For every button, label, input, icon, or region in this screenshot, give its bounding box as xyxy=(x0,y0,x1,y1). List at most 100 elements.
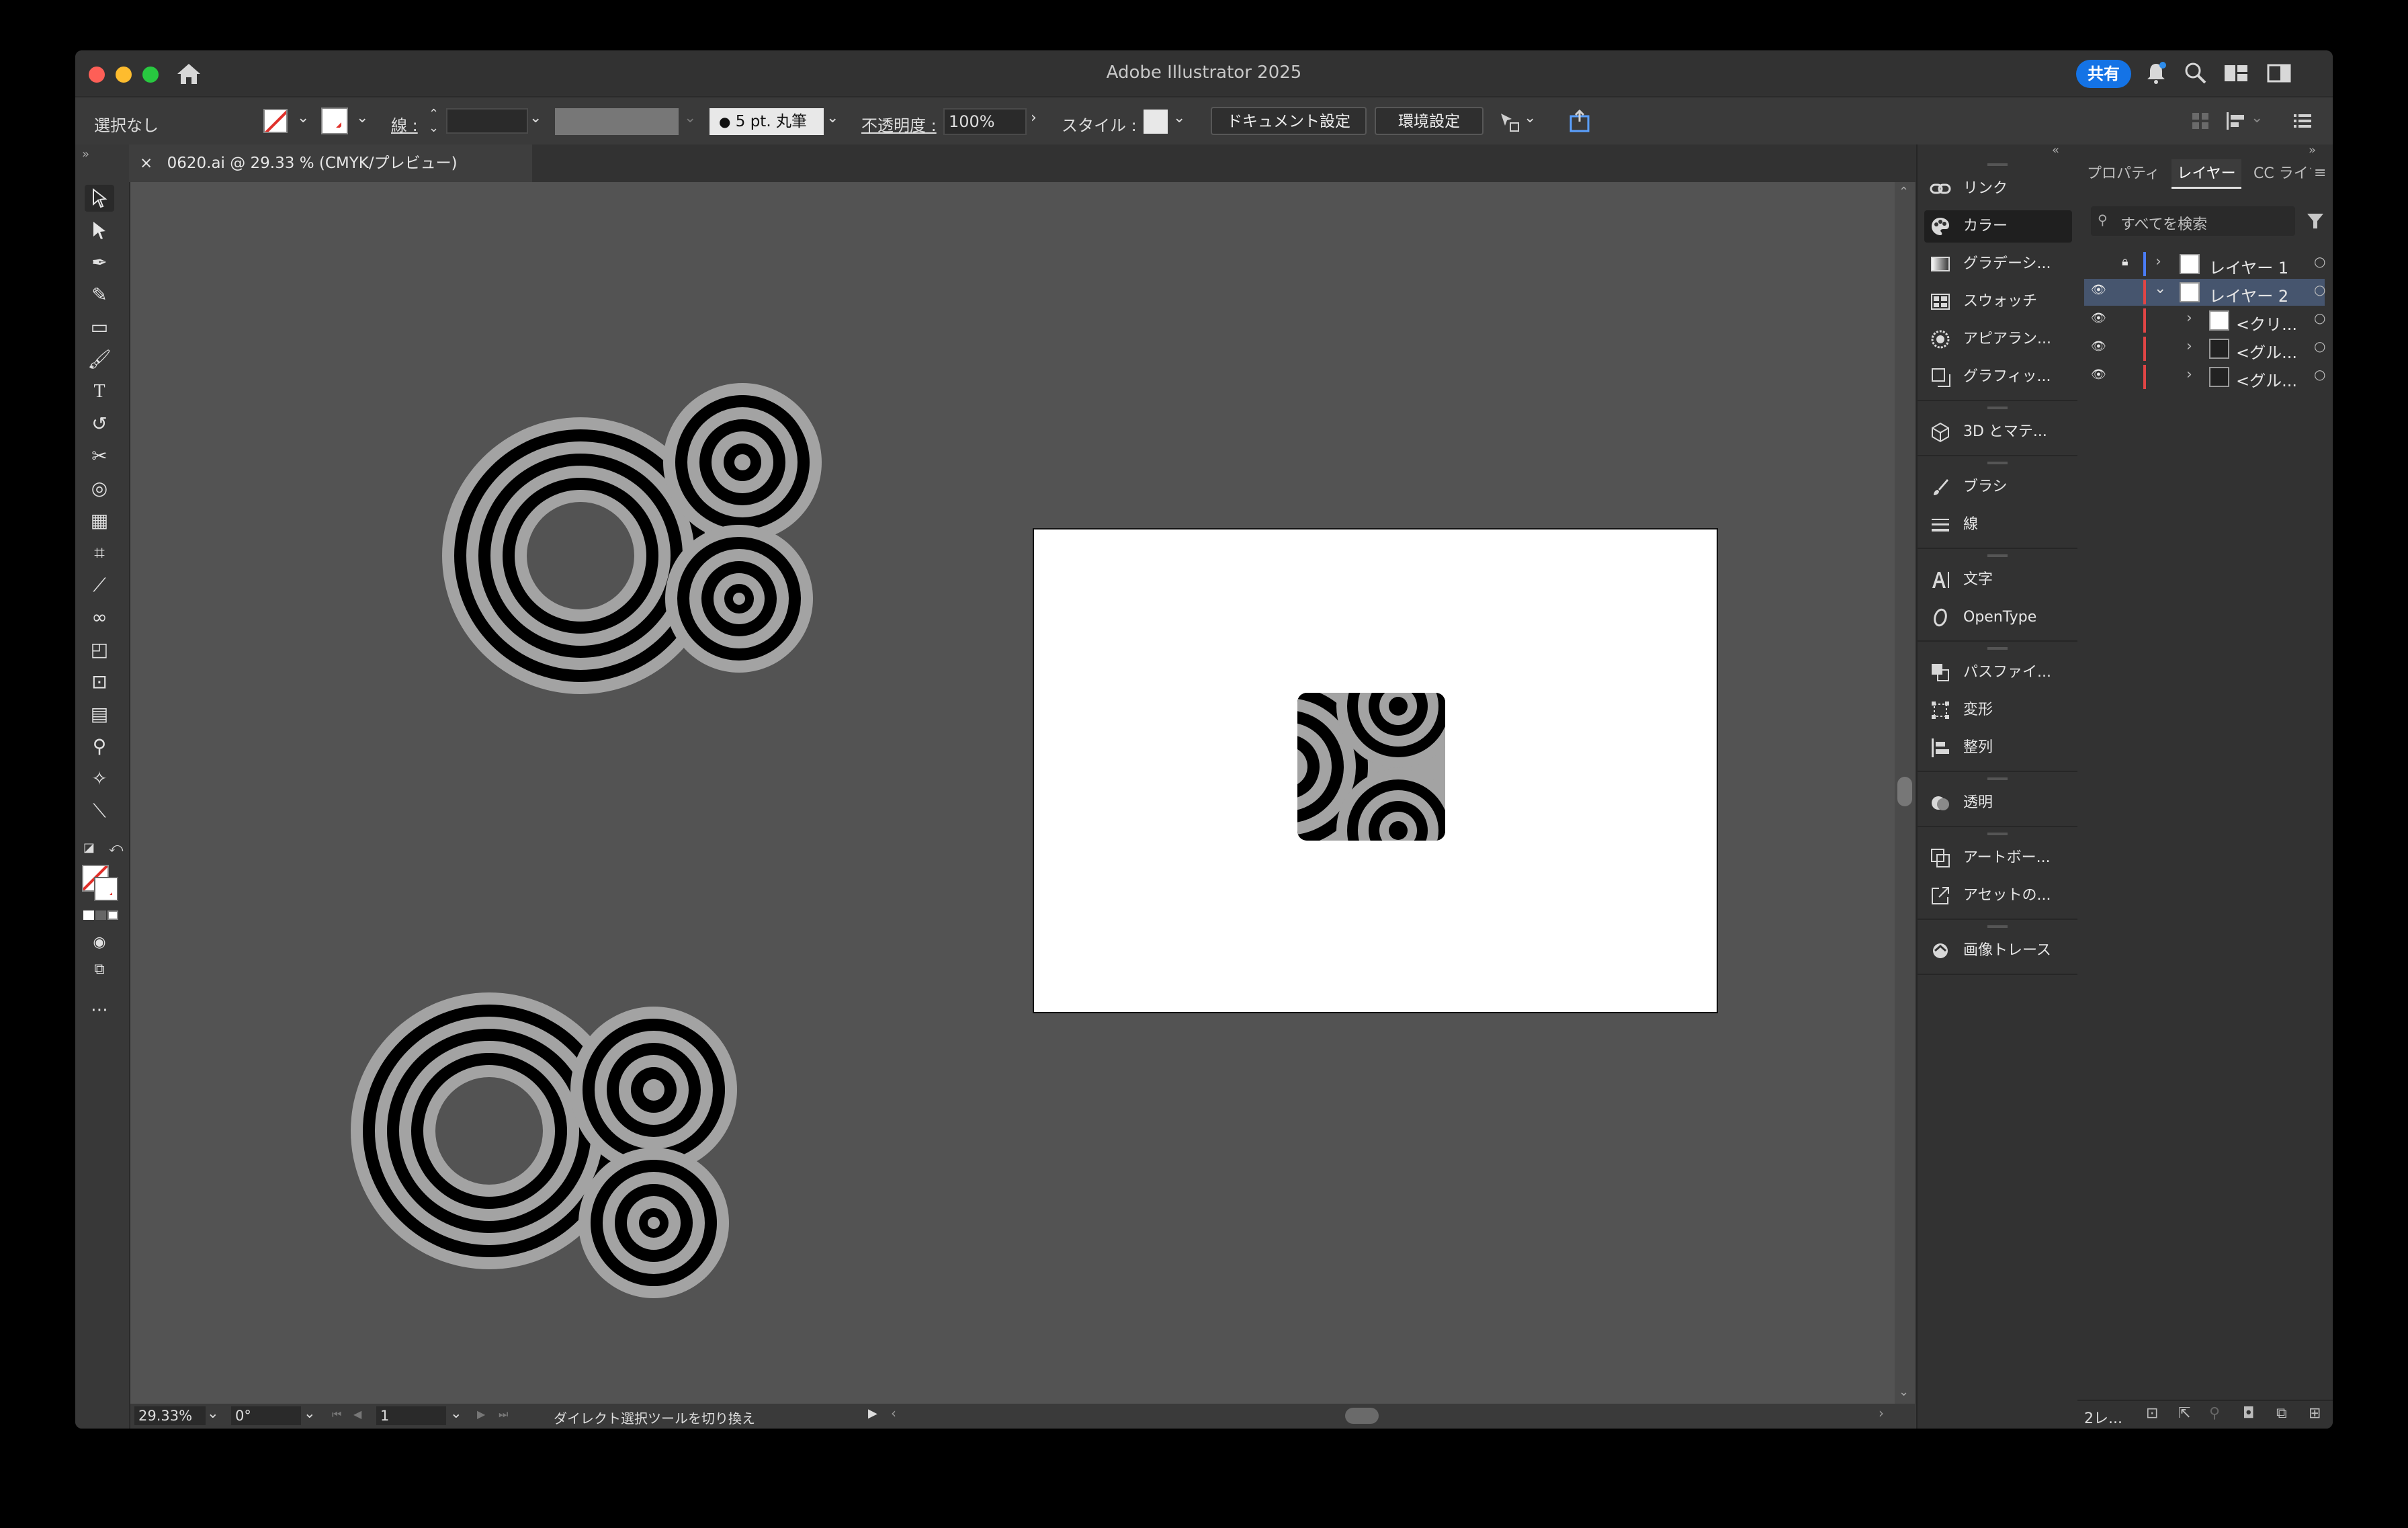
close-tab-icon[interactable]: × xyxy=(140,155,153,172)
panel-transparency[interactable]: 透明 xyxy=(1924,787,2072,819)
none-mode-icon[interactable] xyxy=(108,910,118,920)
panel-asset-export[interactable]: アセットの... xyxy=(1924,880,2072,912)
export-for-screens-icon[interactable]: ⊡ xyxy=(2146,1405,2158,1422)
select-similar-dropdown-icon[interactable]: ⌄ xyxy=(1524,110,1536,126)
rotation-dropdown-icon[interactable]: ⌄ xyxy=(304,1405,316,1421)
concentric-group-1[interactable] xyxy=(442,383,822,694)
panel-pathfinder[interactable]: パスファイ... xyxy=(1924,656,2072,689)
screen-mode-icon[interactable]: ⧉ xyxy=(85,956,114,983)
scissors-tool-icon[interactable]: ✂ xyxy=(85,443,114,470)
selection-tool-icon[interactable] xyxy=(85,185,114,212)
swap-colors-icon[interactable]: ⤺ xyxy=(109,839,123,855)
panel-color[interactable]: カラー xyxy=(1924,210,2072,243)
stroke-weight-dropdown-icon[interactable]: ⌄ xyxy=(529,110,542,126)
panel-links[interactable]: リンク xyxy=(1924,173,2072,205)
eye-icon[interactable]: 👁︎ xyxy=(2091,311,2106,325)
mesh-tool-icon[interactable]: ⌗ xyxy=(85,540,114,566)
panel-artboards[interactable]: アートボー... xyxy=(1924,842,2072,874)
layer-name[interactable]: <クリ... xyxy=(2236,311,2297,335)
search-icon[interactable] xyxy=(2184,61,2208,85)
variable-width-profile[interactable] xyxy=(555,108,679,135)
concentric-group-2[interactable] xyxy=(351,992,737,1298)
align-options-icon[interactable] xyxy=(2225,111,2248,131)
panel-brushes[interactable]: ブラシ xyxy=(1924,471,2072,503)
new-layer-icon[interactable]: ⊞ xyxy=(2309,1405,2321,1422)
panel-3d-materials[interactable]: 3D とマテ... xyxy=(1924,416,2072,448)
opacity-label[interactable]: 不透明度 : xyxy=(861,112,937,136)
eye-icon[interactable]: 👁︎ xyxy=(2091,283,2106,297)
align-dropdown-icon[interactable]: ⌄ xyxy=(2251,110,2263,126)
stroke-color-box[interactable] xyxy=(94,877,118,901)
document-tab[interactable]: × 0620.ai @ 29.33 % (CMYK/プレビュー) xyxy=(129,144,532,182)
paintbrush-tool-icon[interactable]: 🖌 xyxy=(85,346,114,373)
collapse-panel-icon[interactable]: » xyxy=(2309,143,2316,157)
expand-arrow-icon[interactable]: › xyxy=(2186,310,2192,327)
edit-toolbar-icon[interactable]: ⋯ xyxy=(85,996,114,1023)
horizontal-scrollbar[interactable]: ‹ › xyxy=(891,1405,1895,1427)
pen-tool-icon[interactable]: ✒ xyxy=(85,249,114,276)
lock-icon[interactable]: 🔒︎ xyxy=(2122,255,2128,269)
zoom-dropdown-icon[interactable]: ⌄ xyxy=(207,1405,219,1421)
expand-arrow-icon[interactable]: › xyxy=(2186,338,2192,355)
direct-selection-tool-icon[interactable] xyxy=(85,217,114,244)
panel-swatches[interactable]: スウォッチ xyxy=(1924,286,2072,318)
target-icon[interactable]: ○ xyxy=(2314,253,2325,269)
layer-name[interactable]: レイヤー 1 xyxy=(2209,255,2288,278)
magic-wand-tool-icon[interactable]: ✧ xyxy=(85,765,114,792)
layer-row[interactable]: 🔒︎ › レイヤー 1 ○ xyxy=(2084,251,2325,278)
first-artboard-icon[interactable]: ⏮ xyxy=(332,1408,341,1421)
isolate-icon[interactable] xyxy=(2190,111,2210,131)
status-menu-arrow-icon[interactable]: ▶ xyxy=(868,1406,877,1420)
panel-stroke[interactable]: 線 xyxy=(1924,509,2072,541)
panel-menu-icon[interactable]: ≡ xyxy=(2314,165,2326,181)
shape-builder-tool-icon[interactable]: ◰ xyxy=(85,636,114,663)
panel-gradient[interactable]: グラデーシ... xyxy=(1924,248,2072,280)
artboard-dropdown-icon[interactable]: ⌄ xyxy=(450,1405,462,1421)
graphic-style-swatch[interactable] xyxy=(1144,110,1168,134)
eye-icon[interactable]: 👁︎ xyxy=(2091,339,2106,353)
select-similar-icon[interactable] xyxy=(1497,110,1521,134)
search-layer-icon[interactable]: ⚲ xyxy=(2209,1405,2220,1422)
panel-grip[interactable] xyxy=(1987,647,2008,650)
layer-row-selected[interactable]: 👁︎ ⌄ レイヤー 2 ○ xyxy=(2084,279,2325,306)
fill-swatch[interactable] xyxy=(263,109,288,133)
scroll-right-icon[interactable]: › xyxy=(1879,1405,1884,1421)
zoom-tool-icon[interactable]: ⚲ xyxy=(85,733,114,760)
next-artboard-icon[interactable]: ▶ xyxy=(477,1408,485,1420)
collapse-arrow-icon[interactable]: ⌄ xyxy=(2154,280,2166,297)
bell-icon[interactable] xyxy=(2145,61,2167,85)
rotation-field[interactable]: 0° xyxy=(231,1406,301,1425)
tab-properties[interactable]: プロパティ xyxy=(2087,159,2160,189)
curvature-tool-icon[interactable]: ✎ xyxy=(85,282,114,308)
layer-name[interactable]: <グル... xyxy=(2236,368,2297,391)
expand-arrow-icon[interactable]: › xyxy=(2155,253,2161,270)
target-icon[interactable]: ○ xyxy=(2314,338,2325,354)
zoom-field[interactable]: 29.33% xyxy=(134,1406,206,1425)
brush-definition[interactable]: ● 5 pt. 丸筆 xyxy=(710,108,824,135)
panel-grip[interactable] xyxy=(1987,925,2008,928)
measure-tool-icon[interactable]: ⟍ xyxy=(85,798,114,824)
warp-tool-icon[interactable]: ◎ xyxy=(85,475,114,502)
profile-dropdown-icon[interactable]: ⌄ xyxy=(684,110,696,126)
artboard-number-field[interactable]: 1 xyxy=(376,1406,446,1425)
opacity-arrow-icon[interactable]: › xyxy=(1031,110,1037,126)
control-menu-icon[interactable] xyxy=(2292,112,2313,130)
layers-search-field[interactable]: ⚲ すべてを検索 xyxy=(2091,206,2295,236)
stroke-weight-stepper[interactable]: ⌃ ⌄ xyxy=(429,107,442,135)
style-dropdown-icon[interactable]: ⌄ xyxy=(1173,110,1185,126)
panel-character[interactable]: 文字 xyxy=(1924,564,2072,596)
scroll-up-icon[interactable]: ⌃ xyxy=(1899,185,1909,199)
target-icon[interactable]: ○ xyxy=(2314,282,2325,298)
scroll-left-icon[interactable]: ‹ xyxy=(891,1405,896,1421)
filter-icon[interactable] xyxy=(2306,212,2325,230)
panel-grip[interactable] xyxy=(1987,407,2008,409)
expand-arrow-icon[interactable]: › xyxy=(2186,366,2192,383)
canvas[interactable]: ⌃ ⌄ xyxy=(130,182,1915,1404)
recolor-icon[interactable] xyxy=(1568,110,1592,134)
document-setup-button[interactable]: ドキュメント設定 xyxy=(1211,107,1367,135)
new-sublayer-icon[interactable]: ⧉ xyxy=(2276,1405,2287,1422)
stroke-label[interactable]: 線 : xyxy=(391,112,418,136)
collapse-toolbar-icon[interactable]: » xyxy=(82,147,89,161)
share-button[interactable]: 共有 xyxy=(2076,60,2131,88)
gradient-mode-icon[interactable] xyxy=(95,910,106,920)
